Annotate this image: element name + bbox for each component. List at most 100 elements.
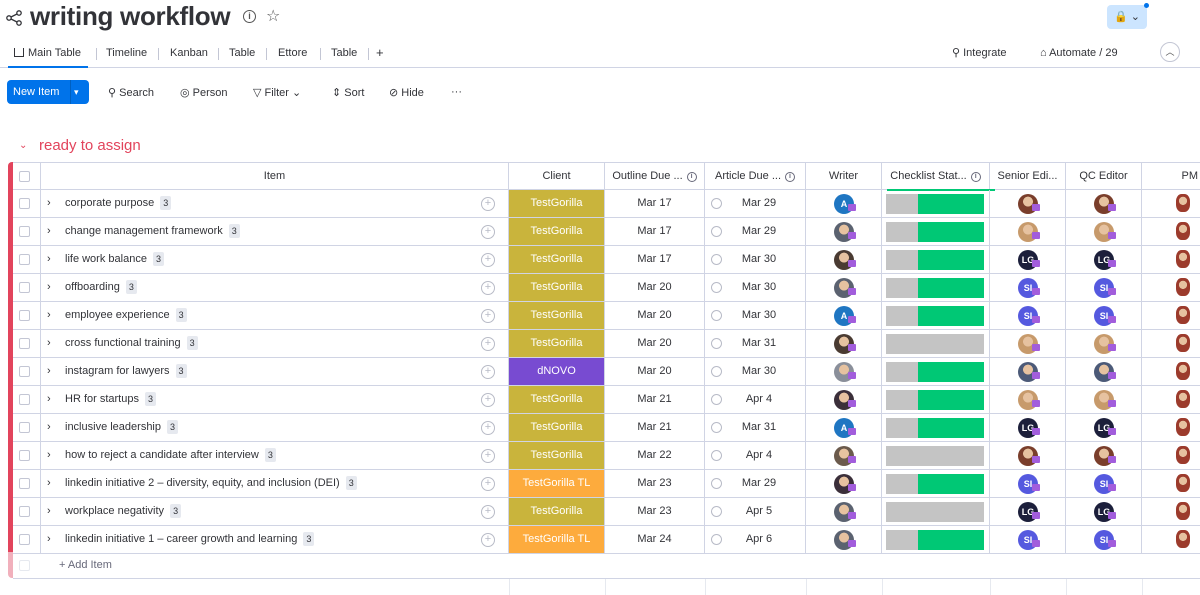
item-cell[interactable]: › employee experience 3 +: [41, 302, 509, 329]
outline-date[interactable]: Mar 20: [605, 302, 704, 329]
checklist-cell[interactable]: [882, 442, 990, 469]
pm-cell[interactable]: [1142, 330, 1200, 357]
client-status-label[interactable]: TestGorilla: [509, 330, 604, 357]
senior-editor-cell[interactable]: SI: [990, 470, 1066, 497]
client-cell[interactable]: TestGorilla: [509, 190, 605, 217]
chevron-down-icon[interactable]: ▾: [74, 80, 79, 104]
checklist-progress-bar[interactable]: [886, 306, 984, 326]
add-view-button[interactable]: +: [376, 44, 384, 62]
pm-avatar[interactable]: [1176, 474, 1190, 492]
subitem-count-badge[interactable]: 3: [264, 448, 276, 462]
checklist-progress-bar[interactable]: [886, 250, 984, 270]
add-update-icon[interactable]: +: [481, 281, 495, 295]
row-checkbox[interactable]: [19, 310, 30, 321]
qc-editor-cell[interactable]: [1066, 330, 1142, 357]
add-update-icon[interactable]: +: [481, 197, 495, 211]
client-status-label[interactable]: TestGorilla: [509, 190, 604, 217]
item-cell[interactable]: › how to reject a candidate after intervi…: [41, 442, 509, 469]
search-button[interactable]: ⚲ Search: [108, 86, 154, 99]
checklist-progress-bar[interactable]: [886, 194, 984, 214]
subitem-count-badge[interactable]: 3: [175, 364, 187, 378]
subitem-count-badge[interactable]: 3: [144, 392, 156, 406]
add-update-icon[interactable]: +: [481, 309, 495, 323]
pm-cell[interactable]: [1142, 414, 1200, 441]
outline-due-cell[interactable]: Mar 20: [605, 302, 705, 329]
outline-date[interactable]: Mar 24: [605, 526, 704, 553]
pm-cell[interactable]: [1142, 246, 1200, 273]
outline-due-cell[interactable]: Mar 17: [605, 246, 705, 273]
pm-cell[interactable]: [1142, 218, 1200, 245]
hide-button[interactable]: ⊘ Hide: [389, 86, 424, 99]
row-checkbox[interactable]: [19, 478, 30, 489]
checklist-cell[interactable]: [882, 274, 990, 301]
chevron-right-icon[interactable]: ›: [47, 421, 51, 433]
col-item[interactable]: Item: [41, 163, 509, 190]
article-date[interactable]: Mar 30: [705, 246, 805, 273]
chevron-down-icon[interactable]: ⌄: [19, 140, 27, 151]
table-row[interactable]: › linkedin initiative 1 – career growth a…: [13, 526, 1200, 554]
chevron-right-icon[interactable]: ›: [47, 337, 51, 349]
writer-cell[interactable]: [806, 386, 882, 413]
senior-editor-cell[interactable]: [990, 330, 1066, 357]
item-name[interactable]: instagram for lawyers 3: [65, 358, 187, 385]
table-row[interactable]: › linkedin initiative 2 – diversity, equi…: [13, 470, 1200, 498]
pm-avatar[interactable]: [1176, 502, 1190, 520]
pm-cell[interactable]: [1142, 442, 1200, 469]
senior-editor-cell[interactable]: LG: [990, 414, 1066, 441]
item-name[interactable]: linkedin initiative 2 – diversity, equit…: [65, 470, 357, 497]
item-name[interactable]: inclusive leadership 3: [65, 414, 179, 441]
checklist-progress-bar[interactable]: [886, 334, 984, 354]
board-title[interactable]: writing workflow: [30, 1, 231, 32]
subitem-count-badge[interactable]: 3: [152, 252, 164, 266]
chevron-right-icon[interactable]: ›: [47, 365, 51, 377]
chevron-right-icon[interactable]: ›: [47, 505, 51, 517]
checklist-cell[interactable]: [882, 218, 990, 245]
chevron-right-icon[interactable]: ›: [47, 225, 51, 237]
article-date[interactable]: Apr 4: [705, 442, 805, 469]
person-button[interactable]: ◎ Person: [180, 86, 228, 99]
add-update-icon[interactable]: +: [481, 421, 495, 435]
subitem-count-badge[interactable]: 3: [167, 420, 179, 434]
article-due-cell[interactable]: Apr 6: [705, 526, 806, 553]
chevron-right-icon[interactable]: ›: [47, 477, 51, 489]
senior-editor-cell[interactable]: LG: [990, 498, 1066, 525]
writer-cell[interactable]: A: [806, 190, 882, 217]
pm-avatar[interactable]: [1176, 390, 1190, 408]
client-cell[interactable]: TestGorilla: [509, 498, 605, 525]
checklist-cell[interactable]: [882, 526, 990, 553]
item-cell[interactable]: › HR for startups 3 +: [41, 386, 509, 413]
table-row[interactable]: › how to reject a candidate after intervi…: [13, 442, 1200, 470]
tab-table[interactable]: Table: [229, 44, 255, 62]
item-name[interactable]: how to reject a candidate after intervie…: [65, 442, 276, 469]
checklist-cell[interactable]: [882, 302, 990, 329]
checklist-progress-bar[interactable]: [886, 530, 984, 550]
table-row[interactable]: › corporate purpose 3 + TestGorilla Mar 17 Mar…: [13, 190, 1200, 218]
info-icon[interactable]: i: [686, 172, 697, 182]
col-checklist[interactable]: Checklist Stat... i: [882, 163, 990, 190]
outline-due-cell[interactable]: Mar 17: [605, 218, 705, 245]
tab-ettore[interactable]: Ettore: [278, 44, 307, 62]
lock-button[interactable]: 🔒 ⌄: [1107, 5, 1147, 29]
outline-date[interactable]: Mar 20: [605, 330, 704, 357]
item-cell[interactable]: › instagram for lawyers 3 +: [41, 358, 509, 385]
info-icon[interactable]: i: [243, 10, 256, 23]
subitem-count-badge[interactable]: 3: [228, 224, 240, 238]
checklist-progress-bar[interactable]: [886, 446, 984, 466]
checklist-cell[interactable]: [882, 386, 990, 413]
senior-editor-cell[interactable]: SI: [990, 274, 1066, 301]
row-checkbox[interactable]: [19, 282, 30, 293]
chevron-right-icon[interactable]: ›: [47, 253, 51, 265]
outline-due-cell[interactable]: Mar 23: [605, 470, 705, 497]
article-date[interactable]: Apr 5: [705, 498, 805, 525]
item-name[interactable]: workplace negativity 3: [65, 498, 182, 525]
outline-date[interactable]: Mar 22: [605, 442, 704, 469]
writer-cell[interactable]: [806, 358, 882, 385]
add-item-row[interactable]: + Add Item: [13, 552, 1200, 579]
senior-editor-cell[interactable]: [990, 386, 1066, 413]
client-status-label[interactable]: TestGorilla: [509, 386, 604, 413]
article-due-cell[interactable]: Mar 30: [705, 246, 806, 273]
client-status-label[interactable]: TestGorilla: [509, 274, 604, 301]
article-due-cell[interactable]: Apr 4: [705, 442, 806, 469]
integrate-button[interactable]: ⚲ Integrate: [952, 44, 1007, 62]
qc-editor-cell[interactable]: SI: [1066, 526, 1142, 553]
